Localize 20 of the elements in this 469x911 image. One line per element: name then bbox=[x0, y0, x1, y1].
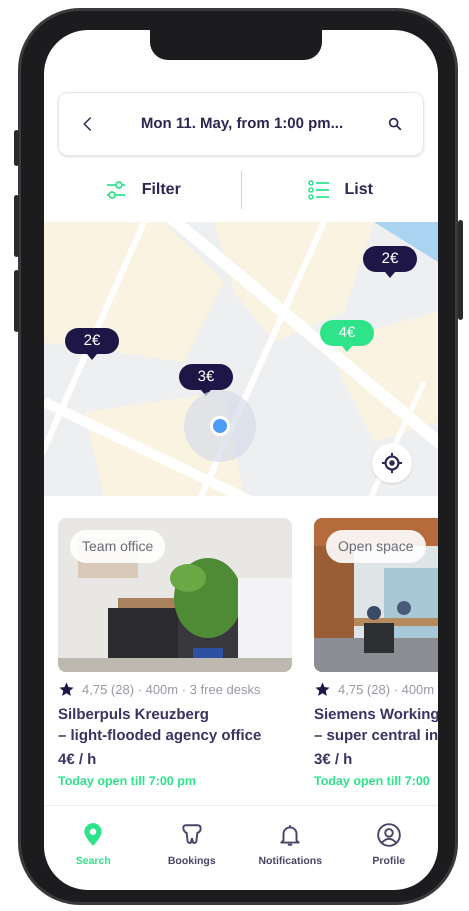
star-icon bbox=[58, 681, 75, 698]
search-icon[interactable] bbox=[387, 116, 403, 132]
category-tag: Open space bbox=[326, 530, 426, 563]
filter-button[interactable]: Filter bbox=[44, 170, 240, 210]
star-icon bbox=[314, 681, 331, 698]
nav-tab[interactable]: Bookings bbox=[142, 822, 241, 870]
target-icon bbox=[381, 452, 403, 474]
nav-tab[interactable]: Profile bbox=[340, 822, 438, 870]
listing-info: 4,75 (28) · 400m bbox=[338, 681, 434, 699]
opening-hours: Today open till 7:00 bbox=[314, 773, 431, 790]
listing-price: 3€ / h bbox=[314, 750, 354, 770]
listing-title[interactable]: Silberpuls Kreuzberg – light-flooded agency office bbox=[58, 704, 292, 746]
listing-price: 4€ / h bbox=[58, 750, 98, 770]
nav-tab[interactable]: Notifications bbox=[241, 822, 340, 870]
list-icon bbox=[306, 178, 331, 202]
category-tag: Team office bbox=[70, 530, 166, 563]
listing-info: 4,75 (28) · 400m · 3 free desks bbox=[82, 681, 260, 699]
opening-hours: Today open till 7:00 pm bbox=[58, 773, 197, 790]
list-button[interactable]: List bbox=[242, 170, 438, 210]
profile-icon bbox=[376, 822, 402, 848]
